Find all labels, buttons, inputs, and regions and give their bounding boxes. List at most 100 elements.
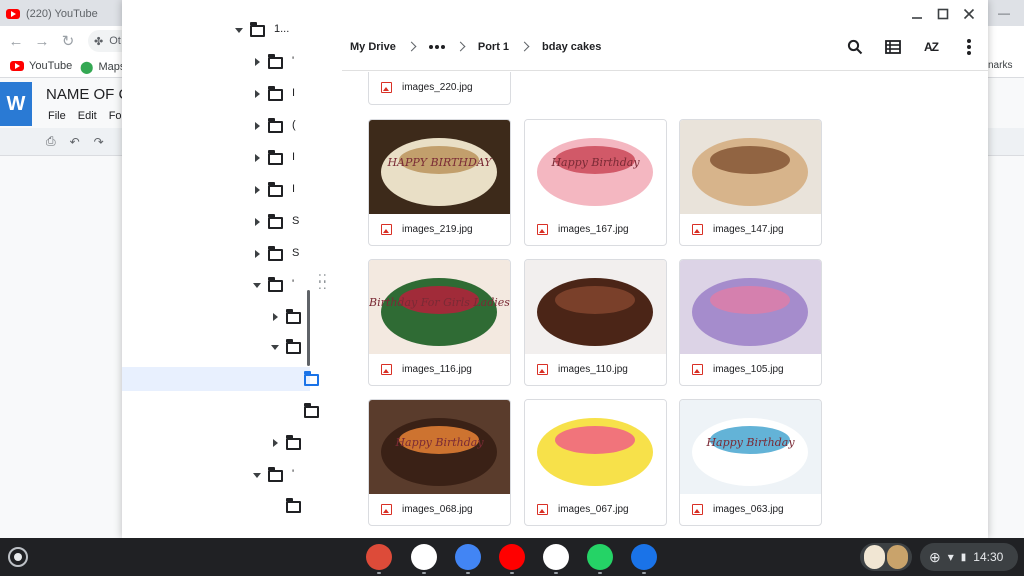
youtube-icon[interactable] — [499, 544, 525, 570]
breadcrumb-my-drive[interactable]: My Drive — [350, 41, 396, 53]
file-card[interactable]: Happy Birthday images_068.jpg — [368, 399, 511, 526]
more-options-button[interactable] — [950, 29, 988, 65]
folder-icon — [268, 467, 283, 482]
system-shelf: ⊕ ▾ ▮ 14:30 — [0, 538, 1024, 576]
status-area[interactable]: ⊕ ▾ ▮ 14:30 — [920, 543, 1018, 571]
running-indicator — [642, 572, 646, 574]
expand-arrow-right-icon[interactable] — [270, 312, 280, 322]
bookmark-maps[interactable]: ⬤ Maps — [80, 60, 125, 74]
browser-tab-title: (220) YouTube — [26, 8, 98, 20]
menu-file[interactable]: File — [48, 110, 66, 122]
tree-item[interactable]: 1... — [122, 18, 310, 42]
play-store-icon[interactable] — [543, 544, 569, 570]
file-name: images_116.jpg — [402, 364, 472, 375]
expand-arrow-down-icon[interactable] — [234, 25, 244, 35]
holding-space-tray[interactable] — [860, 543, 912, 571]
reload-icon[interactable]: ↻ — [58, 32, 78, 50]
expand-arrow-down-icon[interactable] — [252, 280, 262, 290]
expand-arrow-right-icon[interactable] — [252, 185, 262, 195]
expand-arrow-right-icon[interactable] — [252, 217, 262, 227]
browser-tab-youtube[interactable]: (220) YouTube — [6, 2, 98, 26]
maximize-icon — [937, 8, 949, 20]
running-indicator — [598, 572, 602, 574]
launcher-button[interactable] — [8, 547, 28, 567]
file-card[interactable]: HAPPY BIRTHDAY images_219.jpg — [368, 119, 511, 246]
file-card[interactable]: Happy Birthday images_167.jpg — [524, 119, 667, 246]
tree-scrollbar[interactable] — [307, 290, 310, 366]
search-button[interactable] — [836, 29, 874, 65]
whatsapp-icon[interactable] — [587, 544, 613, 570]
tree-item[interactable] — [122, 399, 319, 423]
tree-item[interactable]: S — [122, 210, 310, 234]
chevron-right-icon — [406, 41, 417, 52]
expand-arrow-right-icon[interactable] — [252, 153, 262, 163]
tree-item[interactable]: I — [122, 146, 310, 170]
chrome-icon[interactable] — [366, 544, 392, 570]
file-card[interactable]: Birthday For Girls Ladies images_116.jpg — [368, 259, 511, 386]
tree-item[interactable] — [122, 494, 310, 518]
browser-window-controls[interactable]: — — [998, 6, 1010, 20]
image-file-icon — [381, 82, 392, 93]
tree-item-label: ' — [292, 468, 295, 480]
files-header: My Drive Port 1 bday cakes AZ — [342, 22, 988, 71]
running-indicator — [466, 572, 470, 574]
expand-arrow-down-icon[interactable] — [270, 342, 280, 352]
tree-item[interactable]: I — [122, 178, 310, 202]
tree-item[interactable] — [122, 431, 310, 455]
expand-arrow-right-icon[interactable] — [252, 57, 262, 67]
tree-item[interactable] — [122, 367, 319, 391]
gmail-icon[interactable] — [411, 544, 437, 570]
sort-az-icon: AZ — [924, 39, 939, 54]
undo-icon[interactable]: ↶ — [70, 135, 80, 149]
forward-arrow-icon[interactable]: → — [32, 33, 52, 50]
folder-icon — [286, 309, 301, 324]
image-file-icon — [381, 504, 392, 515]
image-file-icon — [692, 224, 703, 235]
tree-item[interactable]: S — [122, 242, 310, 266]
expand-arrow-right-icon[interactable] — [252, 121, 262, 131]
expand-arrow-down-icon[interactable] — [252, 470, 262, 480]
tree-item[interactable] — [122, 305, 310, 329]
tree-item[interactable]: ( — [122, 114, 310, 138]
expand-arrow-right-icon[interactable] — [252, 249, 262, 259]
close-icon — [963, 8, 975, 20]
bookmark-youtube[interactable]: YouTube — [10, 60, 72, 72]
expand-arrow-right-icon[interactable] — [270, 438, 280, 448]
files-icon[interactable] — [631, 544, 657, 570]
file-caption: images_063.jpg — [680, 494, 821, 525]
more-horiz-icon[interactable] — [428, 44, 445, 49]
file-card[interactable]: images_105.jpg — [679, 259, 822, 386]
file-caption: images_167.jpg — [525, 214, 666, 245]
document-title[interactable]: NAME OF C — [46, 86, 129, 103]
tree-item[interactable]: ' — [122, 273, 310, 297]
file-caption: images_147.jpg — [680, 214, 821, 245]
file-card[interactable]: images_147.jpg — [679, 119, 822, 246]
file-name: images_063.jpg — [713, 504, 784, 515]
tree-item[interactable]: I — [122, 82, 310, 106]
word-logo-icon: W — [0, 82, 32, 126]
file-card[interactable]: images_110.jpg — [524, 259, 667, 386]
expand-arrow-right-icon[interactable] — [252, 89, 262, 99]
tree-item[interactable]: ' — [122, 463, 310, 487]
file-card[interactable]: Happy Birthday images_063.jpg — [679, 399, 822, 526]
tree-item[interactable]: ' — [122, 50, 310, 74]
file-card[interactable]: images_067.jpg — [524, 399, 667, 526]
sidebar-resize-handle-icon[interactable]: ⁚⁚ ⁚⁚ — [318, 273, 328, 291]
add-icon: ⊕ — [929, 548, 941, 565]
folder-icon — [268, 86, 283, 101]
breadcrumb-port-1[interactable]: Port 1 — [478, 41, 509, 53]
sort-button[interactable]: AZ — [912, 29, 950, 65]
file-card-partial[interactable]: images_220.jpg — [368, 72, 511, 105]
redo-icon[interactable]: ↷ — [94, 135, 104, 149]
file-name: images_068.jpg — [402, 504, 473, 515]
tree-item[interactable] — [122, 335, 310, 359]
breadcrumb-bday-cakes[interactable]: bday cakes — [542, 41, 601, 53]
print-icon[interactable]: ⎙ — [46, 134, 56, 149]
bookmarks-overflow-text[interactable]: narks — [988, 60, 1012, 71]
file-name: images_147.jpg — [713, 224, 784, 235]
back-arrow-icon[interactable]: ← — [6, 33, 26, 50]
list-view-button[interactable] — [874, 29, 912, 65]
menu-edit[interactable]: Edit — [78, 110, 97, 122]
docs-icon[interactable] — [455, 544, 481, 570]
image-file-icon — [537, 364, 548, 375]
